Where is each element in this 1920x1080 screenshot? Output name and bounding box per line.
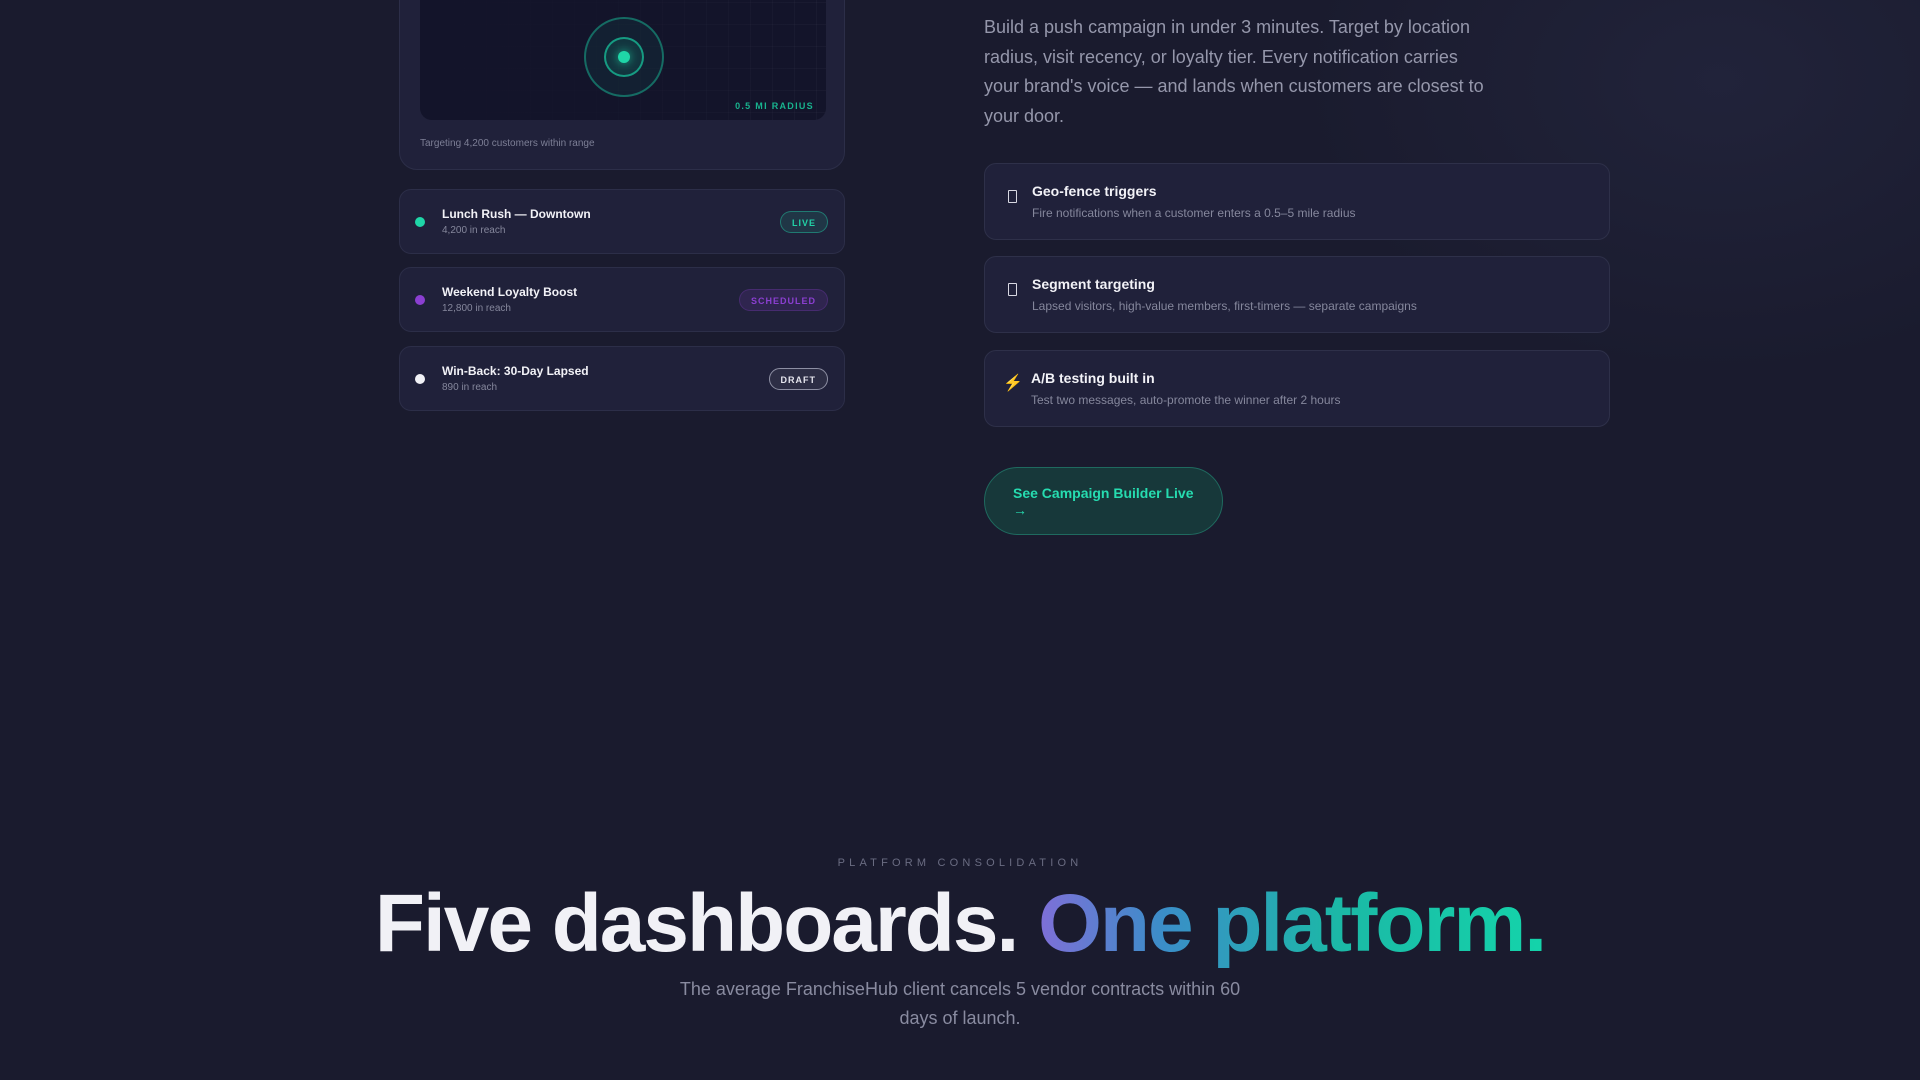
campaign-card-win-back[interactable]: Win-Back: 30-Day Lapsed 890 in reach DRA…: [399, 346, 845, 411]
lightning-icon: ⚡: [1003, 375, 1023, 392]
feature-card-ab-testing: ⚡ A/B testing built in Test two messages…: [984, 350, 1610, 427]
campaign-title: Weekend Loyalty Boost: [442, 285, 578, 299]
feature-card-geofence: Geo-fence triggers Fire notifications wh…: [984, 163, 1610, 240]
campaign-intro-text: Build a push campaign in under 3 minutes…: [984, 17, 1484, 126]
arrow-right-icon: →: [1013, 502, 1027, 518]
geofence-map-card: 0.5 MI RADIUS Targeting 4,200 customers …: [399, 0, 845, 170]
targeting-summary: Targeting 4,200 customers within range: [420, 138, 595, 149]
location-pin-icon: [1003, 188, 1021, 206]
feature-title: A/B testing built in: [1031, 370, 1155, 386]
section-headline: Five dashboards. One platform.: [0, 876, 1920, 972]
campaign-reach: 12,800 in reach: [442, 303, 511, 314]
geofence-radius-indicator: [584, 17, 664, 97]
status-dot: [415, 217, 425, 227]
campaign-reach: 890 in reach: [442, 382, 498, 393]
map-preview[interactable]: 0.5 MI RADIUS: [420, 0, 826, 120]
location-center-dot: [618, 51, 630, 63]
status-badge: SCHEDULED: [738, 289, 828, 311]
page: 0.5 MI RADIUS Targeting 4,200 customers …: [0, 0, 1920, 1080]
section-eyebrow: PLATFORM CONSOLIDATION: [837, 857, 1083, 869]
headline-gradient: One platform.: [1038, 878, 1547, 969]
see-campaign-builder-button[interactable]: See Campaign Builder Live →: [984, 467, 1223, 535]
feature-description: Fire notifications when a customer enter…: [1032, 206, 1356, 220]
campaign-reach: 4,200 in reach: [442, 225, 506, 236]
campaign-card-lunch-rush[interactable]: Lunch Rush — Downtown 4,200 in reach LIV…: [399, 189, 845, 254]
segment-icon: [1003, 281, 1021, 299]
feature-description: Lapsed visitors, high-value members, fir…: [1032, 299, 1417, 313]
feature-card-segment: Segment targeting Lapsed visitors, high-…: [984, 256, 1610, 333]
campaign-title: Win-Back: 30-Day Lapsed: [442, 364, 589, 378]
campaign-card-weekend-loyalty[interactable]: Weekend Loyalty Boost 12,800 in reach SC…: [399, 267, 845, 332]
status-dot: [415, 374, 425, 384]
feature-title: Geo-fence triggers: [1032, 183, 1157, 199]
status-dot: [415, 295, 425, 305]
headline-primary: Five dashboards.: [374, 878, 1019, 969]
cta-label: See Campaign Builder Live: [1013, 485, 1194, 501]
status-badge: LIVE: [779, 211, 828, 233]
section-subhead: The average FranchiseHub client cancels …: [679, 979, 1241, 1028]
radius-label: 0.5 MI RADIUS: [735, 101, 814, 111]
campaign-title: Lunch Rush — Downtown: [442, 207, 591, 221]
status-badge: DRAFT: [768, 368, 828, 390]
feature-description: Test two messages, auto-promote the winn…: [1031, 393, 1341, 407]
feature-title: Segment targeting: [1032, 276, 1155, 292]
